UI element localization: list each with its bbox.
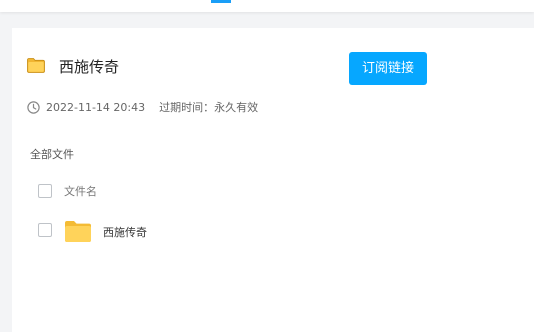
file-name[interactable]: 西施传奇	[103, 224, 147, 240]
select-all-checkbox[interactable]	[38, 184, 52, 198]
folder-icon	[27, 58, 45, 73]
folder-icon	[65, 221, 91, 242]
breadcrumb-root[interactable]: 全部文件	[30, 146, 74, 162]
column-header-filename: 文件名	[64, 185, 97, 198]
active-tab-indicator	[211, 0, 231, 3]
expiry-label: 过期时间：	[159, 101, 215, 114]
row-checkbox[interactable]	[38, 223, 52, 237]
share-date: 2022-11-14 20:43	[46, 100, 146, 114]
share-meta: 2022-11-14 20:43 过期时间： 永久有效	[27, 99, 258, 115]
share-card: 西施传奇 订阅链接 2022-11-14 20:43 过期时间： 永久有效 全部…	[12, 28, 534, 332]
expiry-value: 永久有效	[214, 101, 259, 114]
clock-icon	[27, 100, 40, 114]
share-title: 西施传奇	[59, 58, 120, 76]
top-nav-bar	[0, 0, 534, 12]
subscribe-link-button[interactable]: 订阅链接	[349, 52, 427, 85]
